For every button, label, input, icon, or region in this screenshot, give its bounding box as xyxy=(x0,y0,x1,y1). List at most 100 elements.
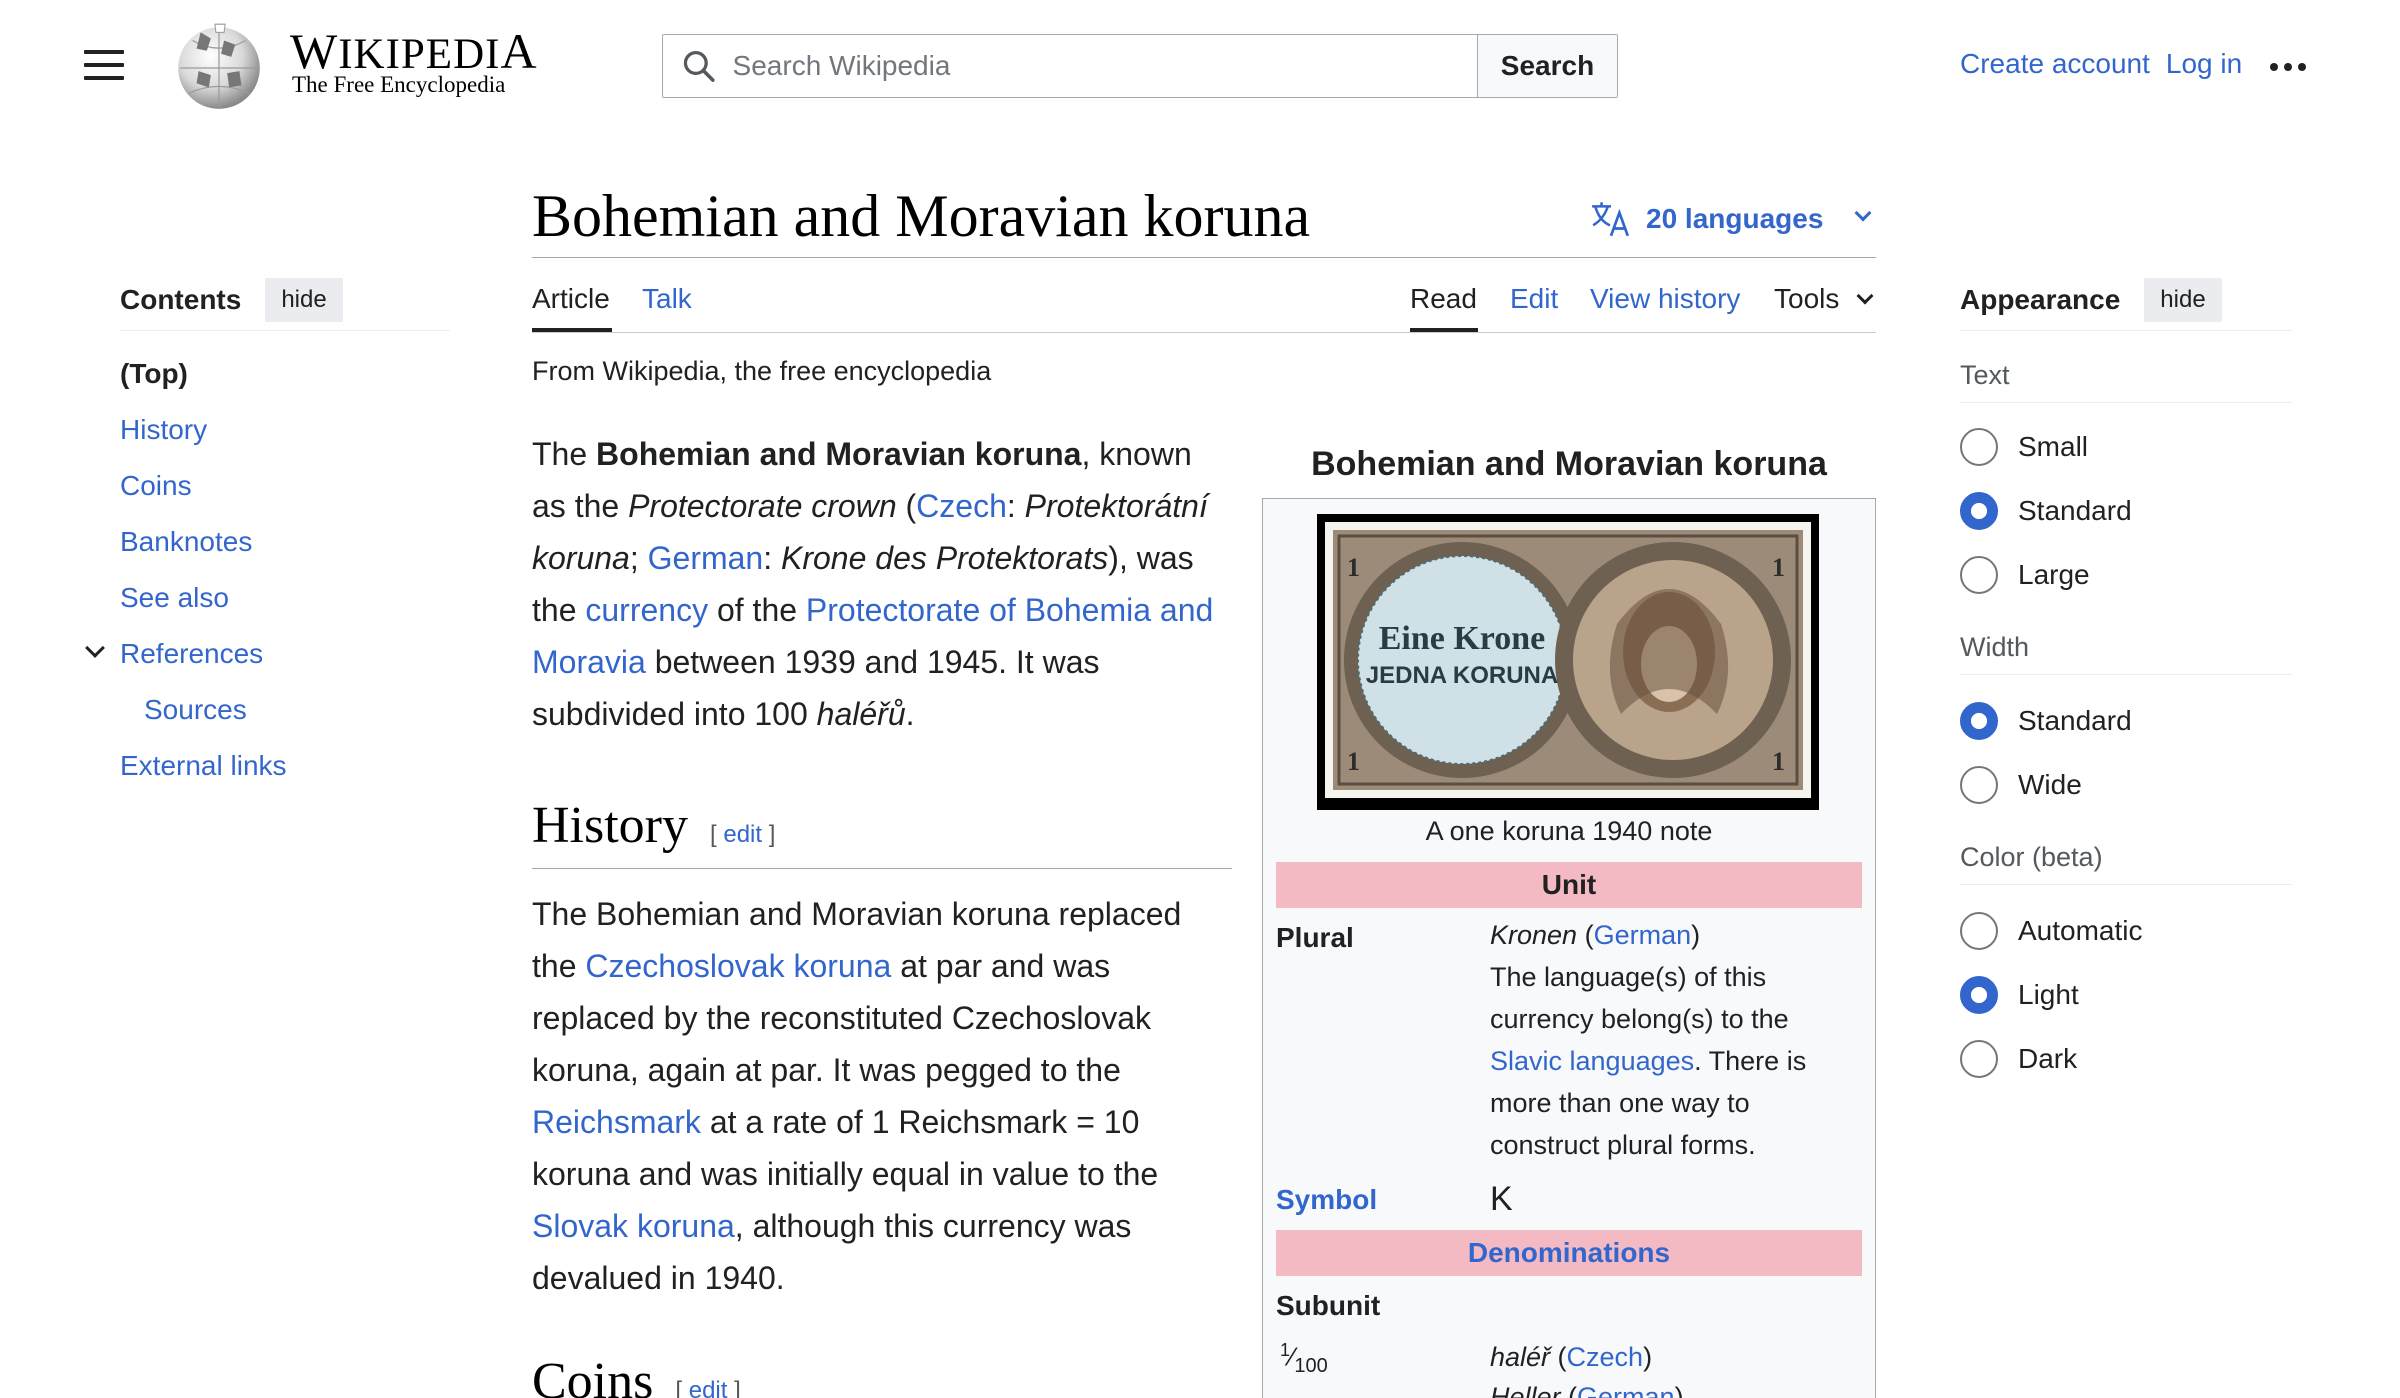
link-german-subunit[interactable]: German xyxy=(1577,1382,1675,1398)
create-account-link[interactable]: Create account xyxy=(1960,48,2150,80)
tab-edit[interactable]: Edit xyxy=(1510,283,1558,315)
width-standard-option[interactable]: Standard xyxy=(1960,702,2132,740)
link-czech[interactable]: Czech xyxy=(916,488,1007,524)
banknote-caption: A one koruna 1940 note xyxy=(1425,816,1713,846)
radio-checked-icon[interactable] xyxy=(1960,492,1998,530)
search-icon xyxy=(683,51,715,82)
text-size-standard-option[interactable]: Standard xyxy=(1960,492,2132,530)
color-label: Color (beta) xyxy=(1960,842,2103,872)
chevron-down-icon xyxy=(1856,287,1874,305)
history-edit-link[interactable]: edit xyxy=(723,821,762,848)
subunit-value-czech: haléř (Czech) xyxy=(1490,1342,1653,1372)
plural-value: Kronen (German) The language(s) of this c… xyxy=(1490,920,1807,1160)
toc-hide-button[interactable]: hide xyxy=(265,278,343,322)
plural-label: Plural xyxy=(1276,922,1354,953)
toc-divider xyxy=(120,330,450,331)
hamburger-icon xyxy=(84,50,124,54)
svg-text:1: 1 xyxy=(1772,553,1785,582)
appearance-title: Appearance xyxy=(1960,284,2121,315)
search-box[interactable] xyxy=(663,35,1477,97)
language-button[interactable]: 20 languages xyxy=(1590,200,1872,238)
title-divider xyxy=(532,257,1876,258)
link-czechoslovak-koruna[interactable]: Czechoslovak koruna xyxy=(585,948,891,984)
tab-view-history[interactable]: View history xyxy=(1590,283,1740,315)
text-size-small-option[interactable]: Small xyxy=(1960,428,2088,466)
banknote-text-czech: JEDNA KORUNA xyxy=(1365,662,1559,689)
search-form: Search xyxy=(662,34,1618,98)
toc-item-external-links[interactable]: External links xyxy=(120,750,287,782)
toc-item-top[interactable]: (Top) xyxy=(120,358,188,390)
link-german[interactable]: German xyxy=(648,540,764,576)
log-in-link[interactable]: Log in xyxy=(2166,48,2242,80)
banknote-text-german: Eine Krone xyxy=(1378,620,1546,657)
lead-paragraph: The Bohemian and Moravian koruna, known … xyxy=(532,436,1214,732)
color-dark-option[interactable]: Dark xyxy=(1960,1040,2077,1078)
chevron-down-icon xyxy=(1854,204,1872,222)
history-heading-divider xyxy=(532,868,1232,869)
tab-read[interactable]: Read xyxy=(1410,283,1477,315)
toc-item-history[interactable]: History xyxy=(120,414,207,446)
tab-article[interactable]: Article xyxy=(532,283,610,315)
toc-header: Contents hide xyxy=(120,278,343,322)
appearance-divider xyxy=(1960,330,2292,331)
history-edit-section: [ edit ] xyxy=(710,821,776,848)
toc-title: Contents xyxy=(120,284,242,315)
more-options-button[interactable] xyxy=(2270,52,2318,82)
tools-menu[interactable]: Tools xyxy=(1774,283,1874,315)
radio-unchecked-icon[interactable] xyxy=(1960,556,1998,594)
coins-edit-link[interactable]: edit xyxy=(689,1377,728,1398)
toc-item-sources[interactable]: Sources xyxy=(144,694,247,726)
unit-band: Unit xyxy=(1276,862,1862,908)
toc-expand-references-icon[interactable] xyxy=(85,638,105,658)
link-czech-subunit[interactable]: Czech xyxy=(1567,1342,1644,1372)
symbol-label[interactable]: Symbol xyxy=(1276,1184,1377,1216)
link-reichsmark[interactable]: Reichsmark xyxy=(532,1104,701,1140)
denominations-band[interactable]: Denominations xyxy=(1276,1230,1862,1276)
toc-item-see-also[interactable]: See also xyxy=(120,582,229,614)
link-slavic-languages[interactable]: Slavic languages xyxy=(1490,1046,1694,1076)
width-wide-option[interactable]: Wide xyxy=(1960,766,2082,804)
svg-text:1: 1 xyxy=(1347,553,1360,582)
radio-checked-icon[interactable] xyxy=(1960,976,1998,1014)
toc-item-references[interactable]: References xyxy=(120,638,263,670)
appearance-hide-button[interactable]: hide xyxy=(2144,278,2222,322)
radio-unchecked-icon[interactable] xyxy=(1960,912,1998,950)
radio-unchecked-icon[interactable] xyxy=(1960,1040,1998,1078)
coins-heading: Coins[ edit ] xyxy=(532,1352,741,1398)
translate-icon xyxy=(1592,202,1630,237)
tabs-divider xyxy=(532,332,1876,333)
page-title: Bohemian and Moravian koruna xyxy=(532,183,1311,249)
text-size-label: Text xyxy=(1960,360,2010,390)
history-paragraph: The Bohemian and Moravian koruna replace… xyxy=(532,896,1182,1296)
width-label: Width xyxy=(1960,632,2030,662)
wikipedia-globe-logo[interactable] xyxy=(168,20,270,112)
appearance-header: Appearance hide xyxy=(1960,278,2222,322)
symbol-value: K xyxy=(1490,1180,1513,1218)
personal-tools: Create account Log in xyxy=(1960,48,2242,80)
site-subtitle: From Wikipedia, the free encyclopedia xyxy=(532,356,992,386)
svg-text:1: 1 xyxy=(1772,747,1785,776)
history-heading: History[ edit ] xyxy=(532,797,776,854)
svg-text:1: 1 xyxy=(1347,747,1360,776)
radio-unchecked-icon[interactable] xyxy=(1960,428,1998,466)
link-currency[interactable]: currency xyxy=(585,592,708,628)
subunit-fraction: 1⁄100 xyxy=(1280,1340,1328,1377)
coins-edit-section: [ edit ] xyxy=(675,1377,740,1398)
banknote-image[interactable]: 1 1 1 1 Eine Krone JEDNA KORUNA xyxy=(1317,514,1819,810)
radio-unchecked-icon[interactable] xyxy=(1960,766,1998,804)
text-size-large-option[interactable]: Large xyxy=(1960,556,2090,594)
subunit-label: Subunit xyxy=(1276,1290,1381,1321)
link-german-plural[interactable]: German xyxy=(1594,920,1692,950)
color-automatic-option[interactable]: Automatic xyxy=(1960,912,2143,950)
toc-item-coins[interactable]: Coins xyxy=(120,470,192,502)
main-menu-button[interactable] xyxy=(84,50,124,84)
language-count: 20 languages xyxy=(1646,203,1824,234)
color-light-option[interactable]: Light xyxy=(1960,976,2079,1014)
toc-item-banknotes[interactable]: Banknotes xyxy=(120,526,252,558)
tab-talk[interactable]: Talk xyxy=(642,283,692,315)
search-input[interactable] xyxy=(732,50,1477,82)
radio-checked-icon[interactable] xyxy=(1960,702,1998,740)
subunit-value-german: Heller (German) xyxy=(1490,1376,1860,1398)
search-button[interactable]: Search xyxy=(1477,35,1617,97)
link-slovak-koruna[interactable]: Slovak koruna xyxy=(532,1208,735,1244)
